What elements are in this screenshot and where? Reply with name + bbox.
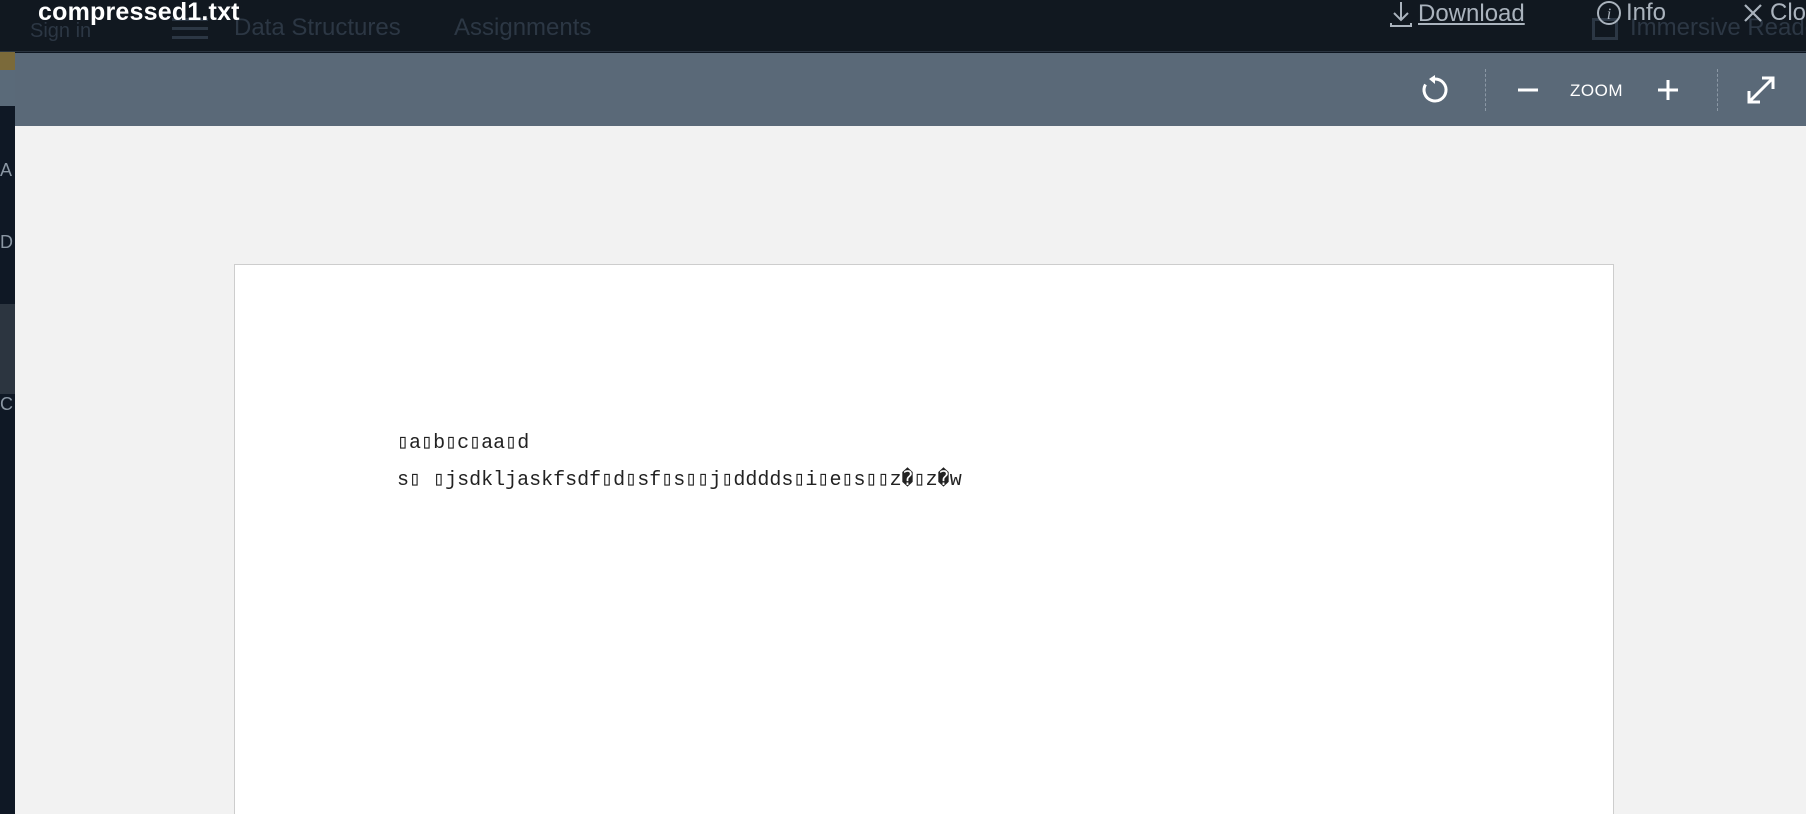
info-button[interactable]: i Info [1596, 0, 1666, 27]
close-button[interactable]: Clo [1740, 0, 1806, 27]
document-viewer[interactable]: ▯a▯b▯c▯aa▯d s▯ ▯jsdkljaskfsdf▯d▯sf▯s▯▯j▯… [15, 126, 1806, 814]
toolbar-divider [1485, 69, 1486, 111]
background-letter: C [0, 394, 13, 414]
expand-icon [1747, 76, 1775, 104]
viewer-toolbar: ZOOM [15, 53, 1806, 126]
fullscreen-button[interactable] [1742, 71, 1780, 109]
minus-icon [1518, 88, 1538, 92]
download-label: Download [1418, 0, 1525, 27]
toolbar-divider [1717, 69, 1718, 111]
rotate-icon [1422, 75, 1448, 103]
document-line: s▯ ▯jsdkljaskfsdf▯d▯sf▯s▯▯j▯dddds▯i▯e▯s▯… [397, 469, 962, 492]
viewer-header: Sign in Data Structures Assignments Imme… [0, 0, 1806, 52]
document-line: ▯a▯b▯c▯aa▯d [397, 432, 530, 455]
zoom-out-button[interactable] [1509, 71, 1547, 109]
background-nav-item: Assignments [454, 14, 592, 41]
file-title: compressed1.txt [38, 0, 240, 26]
document-page[interactable]: ▯a▯b▯c▯aa▯d s▯ ▯jsdkljaskfsdf▯d▯sf▯s▯▯j▯… [234, 264, 1614, 814]
background-banner-accent [0, 52, 15, 70]
download-icon [1390, 2, 1412, 27]
background-app-edge: A D C [0, 52, 15, 814]
plus-icon [1658, 80, 1678, 100]
background-letter: D [0, 232, 13, 252]
close-icon [1744, 4, 1762, 22]
rotate-button[interactable] [1416, 71, 1454, 109]
zoom-in-button[interactable] [1649, 71, 1687, 109]
info-icon: i [1597, 1, 1621, 25]
background-selected-item [0, 304, 15, 394]
background-letter: A [0, 160, 13, 180]
close-label: Clo [1770, 0, 1806, 26]
svg-text:i: i [1607, 6, 1611, 23]
info-label: Info [1626, 0, 1667, 26]
download-button[interactable]: Download [1388, 0, 1525, 29]
background-nav-item: Data Structures [234, 14, 401, 41]
zoom-label: ZOOM [1570, 81, 1623, 100]
